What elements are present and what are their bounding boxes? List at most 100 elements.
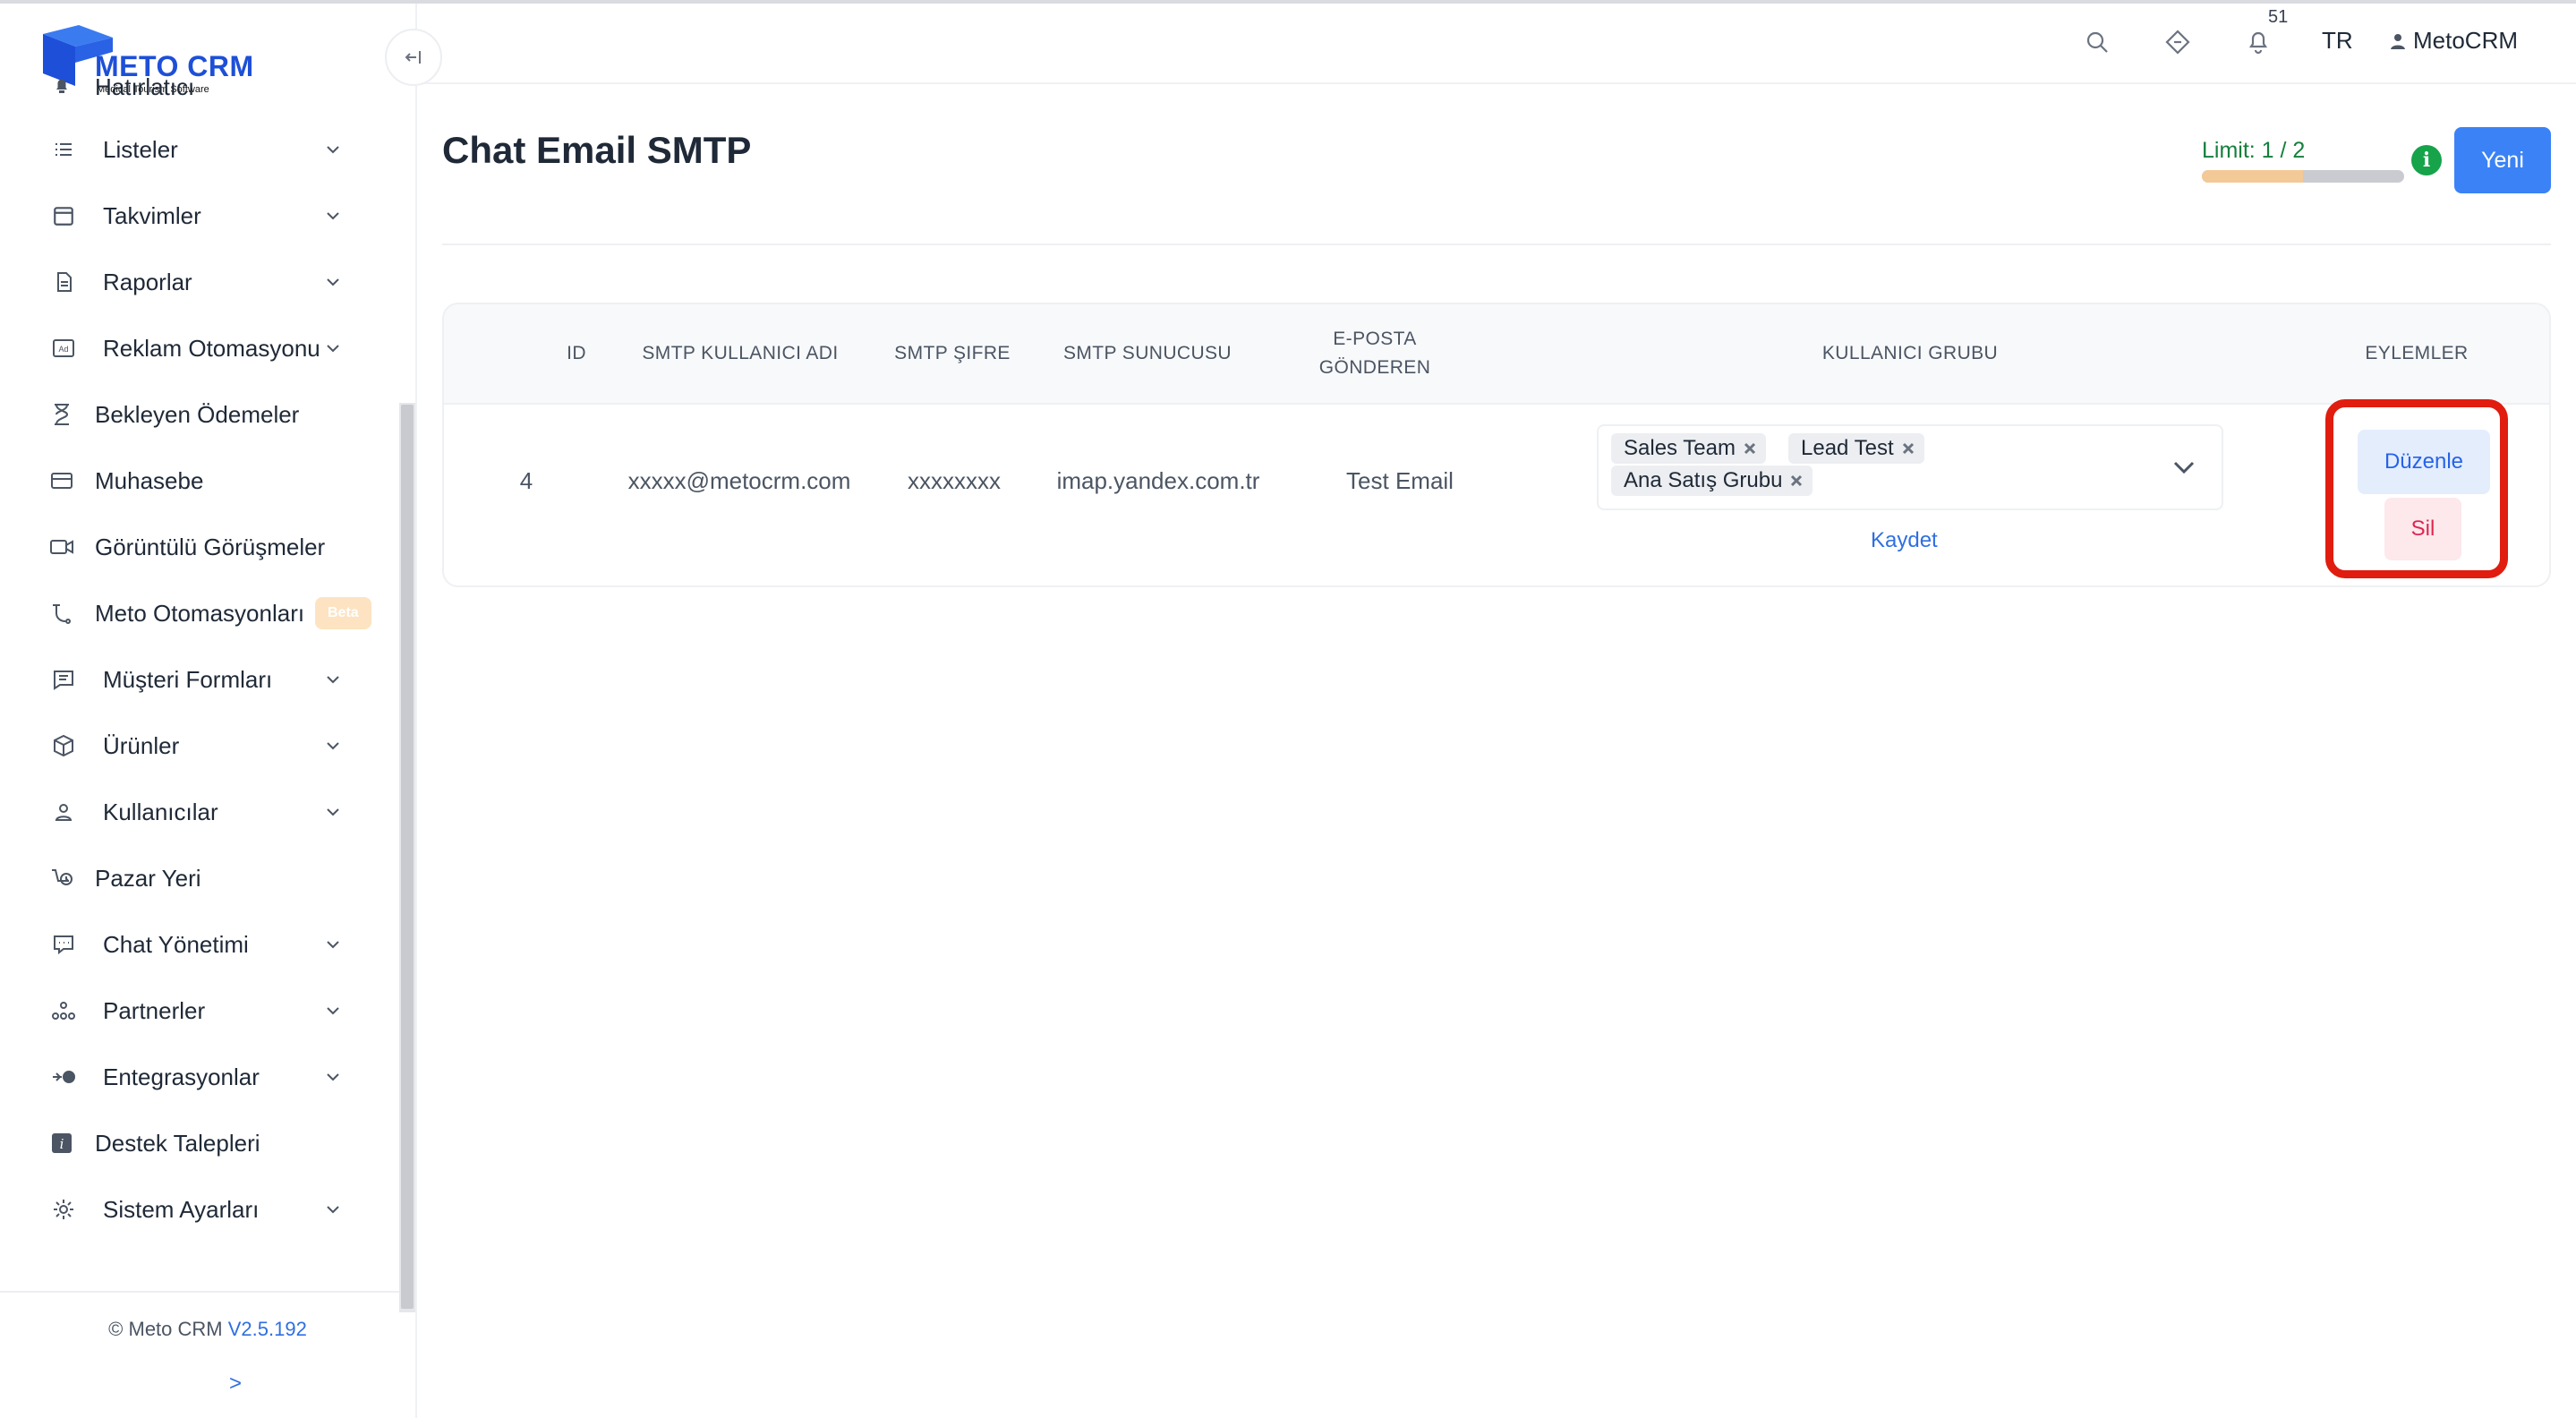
copyright: © Meto CRM V2.5.192 — [0, 1318, 415, 1341]
sidebar-item-label: Pazar Yeri — [95, 864, 201, 892]
copyright-text: © Meto CRM — [108, 1318, 223, 1340]
chevron-down-icon[interactable] — [2171, 455, 2196, 480]
calendar-icon — [50, 202, 77, 229]
bell-icon[interactable] — [2243, 27, 2273, 57]
sidebar-item-label: Muhasebe — [95, 466, 204, 494]
column-header-user-group: KULLANICI GRUBU — [1821, 343, 1999, 363]
chevron-down-icon — [324, 141, 342, 158]
gear-icon — [50, 1196, 77, 1223]
sidebar-item-listeler[interactable]: Listeler — [0, 116, 399, 183]
sidebar-item-muhasebe[interactable]: Muhasebe — [0, 448, 399, 514]
cell-sender: Test Email — [1346, 467, 1454, 494]
chevron-down-icon — [324, 207, 342, 225]
version-link[interactable]: V2.5.192 — [228, 1318, 307, 1340]
marketplace-icon — [48, 865, 75, 892]
sidebar-nav: Hatırlatıcı Listeler Takvimler Raporlar — [0, 73, 399, 1243]
sidebar-item-label: Bekleyen Ödemeler — [95, 400, 300, 428]
video-icon — [48, 534, 75, 560]
group-tag-lead-test: Lead Test — [1788, 433, 1924, 464]
sidebar-item-hatirlatici[interactable]: Hatırlatıcı — [0, 66, 399, 116]
hourglass-icon — [48, 401, 75, 428]
sidebar-item-label: Sistem Ayarları — [103, 1195, 260, 1223]
limit-progress-fill — [2202, 170, 2303, 183]
user-icon — [50, 799, 77, 825]
new-button[interactable]: Yeni — [2454, 127, 2551, 193]
remove-tag-icon[interactable] — [1901, 441, 1915, 456]
user-group-multiselect[interactable]: Sales Team Lead Test Ana Satış Grubu — [1597, 424, 2223, 510]
svg-text:Ad: Ad — [58, 345, 68, 354]
group-tag-label: Sales Team — [1624, 436, 1736, 460]
search-icon[interactable] — [2082, 27, 2112, 57]
notification-count: 51 — [2268, 7, 2289, 27]
sidebar-item-label: Meto Otomasyonları — [95, 599, 305, 627]
table-header: ID SMTP KULLANICI ADI SMTP ŞIFRE SMTP SU… — [444, 304, 2549, 405]
save-link[interactable]: Kaydet — [1871, 528, 1938, 553]
sidebar-item-label: Chat Yönetimi — [103, 930, 249, 958]
limit-progress-bar — [2202, 170, 2404, 183]
diamond-icon[interactable] — [2162, 27, 2193, 57]
chevron-down-icon — [324, 1002, 342, 1020]
sidebar-item-goruntulu-gorusmeler[interactable]: Görüntülü Görüşmeler — [0, 514, 399, 580]
limit-text: Limit: 1 / 2 — [2202, 138, 2306, 163]
remove-tag-icon[interactable] — [1789, 474, 1804, 488]
credit-card-icon — [48, 467, 75, 494]
sidebar-item-raporlar[interactable]: Raporlar — [0, 249, 399, 315]
sidebar-item-entegrasyonlar[interactable]: Entegrasyonlar — [0, 1044, 399, 1110]
sidebar-item-bekleyen-odemeler[interactable]: Bekleyen Ödemeler — [0, 381, 399, 448]
remove-tag-icon[interactable] — [1743, 441, 1757, 456]
sidebar-item-kullanicilar[interactable]: Kullanıcılar — [0, 779, 399, 845]
column-header-smtp-password: SMTP ŞIFRE — [894, 343, 1011, 363]
section-divider — [442, 243, 2551, 245]
smtp-table: ID SMTP KULLANICI ADI SMTP ŞIFRE SMTP SU… — [442, 303, 2551, 587]
expand-sidebar-link[interactable]: > — [229, 1371, 242, 1397]
box-icon — [50, 732, 77, 759]
collapse-arrow-icon — [405, 51, 421, 64]
chevron-down-icon — [324, 737, 342, 755]
bell-icon — [48, 72, 75, 98]
user-name: MetoCRM — [2413, 27, 2519, 54]
sidebar-item-label: Görüntülü Görüşmeler — [95, 533, 326, 560]
sidebar-item-label: Raporlar — [103, 268, 192, 295]
chevron-down-icon — [324, 1200, 342, 1218]
sidebar-item-pazar-yeri[interactable]: Pazar Yeri — [0, 845, 399, 911]
collapse-sidebar-button[interactable] — [385, 29, 442, 86]
sidebar-item-urunler[interactable]: Ürünler — [0, 713, 399, 779]
sidebar-item-label: Entegrasyonlar — [103, 1063, 260, 1090]
support-icon: i — [48, 1130, 75, 1157]
chevron-down-icon — [324, 339, 342, 357]
sidebar-item-reklam-otomasyonu[interactable]: Ad Reklam Otomasyonu — [0, 315, 399, 381]
sidebar-item-chat-yonetimi[interactable]: Chat Yönetimi — [0, 911, 399, 978]
chevron-down-icon — [324, 935, 342, 953]
sidebar-item-partnerler[interactable]: Partnerler — [0, 978, 399, 1044]
column-header-smtp-server: SMTP SUNUCUSU — [1063, 343, 1232, 363]
group-tag-sales-team: Sales Team — [1611, 433, 1766, 464]
sidebar-item-label: Ürünler — [103, 731, 180, 759]
sidebar-item-label: Reklam Otomasyonu — [103, 334, 320, 362]
sidebar-item-label: Müşteri Formları — [103, 665, 273, 693]
chevron-down-icon — [324, 803, 342, 821]
chevron-down-icon — [324, 273, 342, 291]
partners-icon — [50, 997, 77, 1024]
page-title: Chat Email SMTP — [442, 129, 752, 171]
info-icon[interactable]: i — [2411, 145, 2442, 175]
sidebar: METO CRM Medical Tourism Software Hatırl… — [0, 4, 417, 1418]
sidebar-scrollbar-thumb[interactable] — [401, 405, 414, 1309]
sidebar-item-label: Kullanıcılar — [103, 798, 218, 825]
cell-smtp-password: xxxxxxxx — [908, 467, 1001, 494]
sidebar-item-musteri-formlari[interactable]: Müşteri Formları — [0, 646, 399, 713]
sidebar-item-sistem-ayarlari[interactable]: Sistem Ayarları — [0, 1176, 399, 1243]
user-icon — [2391, 33, 2405, 49]
delete-button[interactable]: Sil — [2384, 498, 2461, 560]
sidebar-footer: © Meto CRM V2.5.192 > — [0, 1291, 399, 1396]
sidebar-item-meto-otomasyonlari[interactable]: Meto Otomasyonları Beta — [0, 580, 399, 646]
ad-icon: Ad — [50, 335, 77, 362]
sidebar-item-takvimler[interactable]: Takvimler — [0, 183, 399, 249]
column-header-smtp-username: SMTP KULLANICI ADI — [642, 343, 839, 363]
chevron-down-icon — [324, 1068, 342, 1086]
language-switcher[interactable]: TR — [2322, 27, 2353, 55]
user-menu[interactable]: MetoCRM — [2390, 27, 2518, 55]
cell-smtp-server: imap.yandex.com.tr — [1056, 467, 1260, 494]
sidebar-item-destek-talepleri[interactable]: i Destek Talepleri — [0, 1110, 399, 1176]
edit-button[interactable]: Düzenle — [2358, 430, 2490, 494]
workflow-icon — [48, 600, 75, 627]
